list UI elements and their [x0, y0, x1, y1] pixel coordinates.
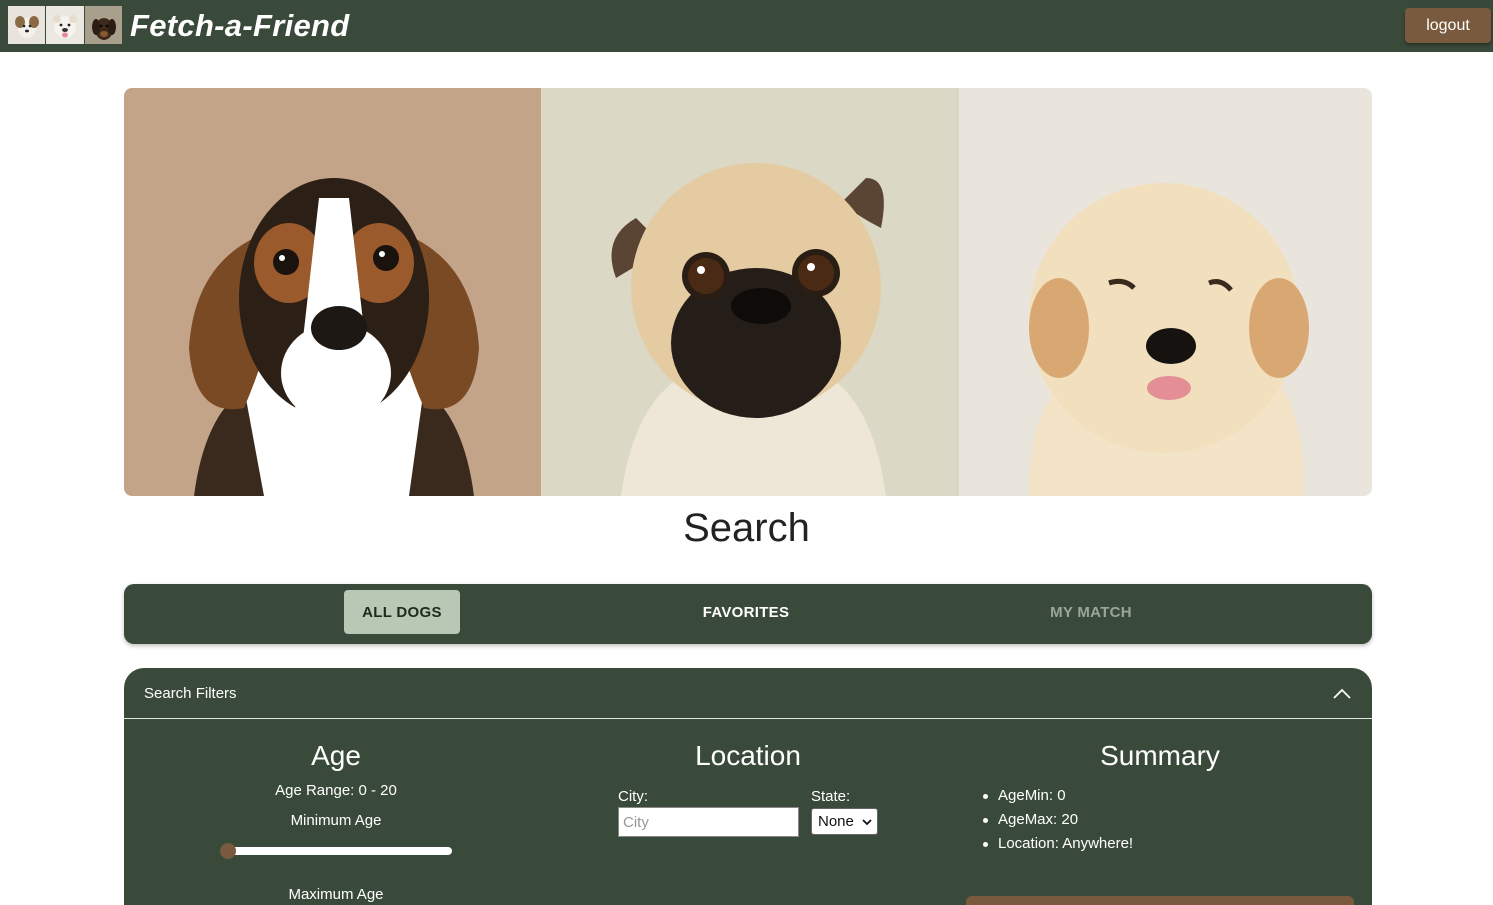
pug-puppy-photo	[541, 88, 959, 496]
city-input[interactable]	[618, 807, 799, 837]
summary-item-location: Location: Anywhere!	[982, 834, 1133, 858]
tab-my-match[interactable]: MY MATCH	[1029, 590, 1153, 634]
location-heading: Location	[695, 740, 801, 771]
summary-item-age-min: AgeMin: 0	[982, 786, 1133, 810]
minimum-age-label: Minimum Age	[290, 812, 382, 829]
summary-heading: Summary	[1100, 740, 1220, 771]
top-navbar: Fetch-a-Friend logout	[0, 0, 1493, 52]
search-filters-header[interactable]: Search Filters	[124, 668, 1372, 719]
city-label: City:	[618, 788, 648, 805]
search-filters-panel: Search Filters Age Age Range: 0 - 20 Min…	[124, 668, 1372, 905]
brand-title[interactable]: Fetch-a-Friend	[130, 8, 350, 44]
summary-list: AgeMin: 0 AgeMax: 20 Location: Anywhere!	[982, 786, 1133, 858]
chevron-down-icon	[862, 819, 872, 826]
hero-banner	[124, 88, 1372, 496]
search-filters-title: Search Filters	[144, 685, 237, 702]
age-range-text: Age Range: 0 - 20	[275, 782, 397, 799]
tab-all-dogs[interactable]: ALL DOGS	[344, 590, 460, 634]
chevron-up-icon[interactable]	[1332, 684, 1352, 704]
minimum-age-slider-track[interactable]	[227, 847, 452, 855]
state-select-value: None	[818, 813, 854, 830]
page-title: Search	[683, 506, 810, 550]
logo-strip	[8, 6, 123, 44]
summary-item-age-max: AgeMax: 20	[982, 810, 1133, 834]
minimum-age-slider-thumb[interactable]	[220, 843, 236, 859]
golden-retriever-puppy-photo	[959, 88, 1372, 496]
state-select[interactable]: None	[811, 808, 878, 835]
dachshund-icon	[84, 6, 122, 44]
tab-favorites[interactable]: FAVORITES	[684, 590, 808, 634]
state-label: State:	[811, 788, 851, 805]
tab-bar: ALL DOGS FAVORITES MY MATCH	[124, 584, 1372, 644]
logout-button[interactable]: logout	[1405, 8, 1491, 43]
age-heading: Age	[311, 740, 361, 771]
maximum-age-label: Maximum Age	[288, 886, 384, 903]
summary-action-button[interactable]	[966, 896, 1354, 905]
beagle-puppy-photo	[124, 88, 541, 496]
jack-russell-icon	[8, 6, 46, 44]
bulldog-icon	[46, 6, 84, 44]
